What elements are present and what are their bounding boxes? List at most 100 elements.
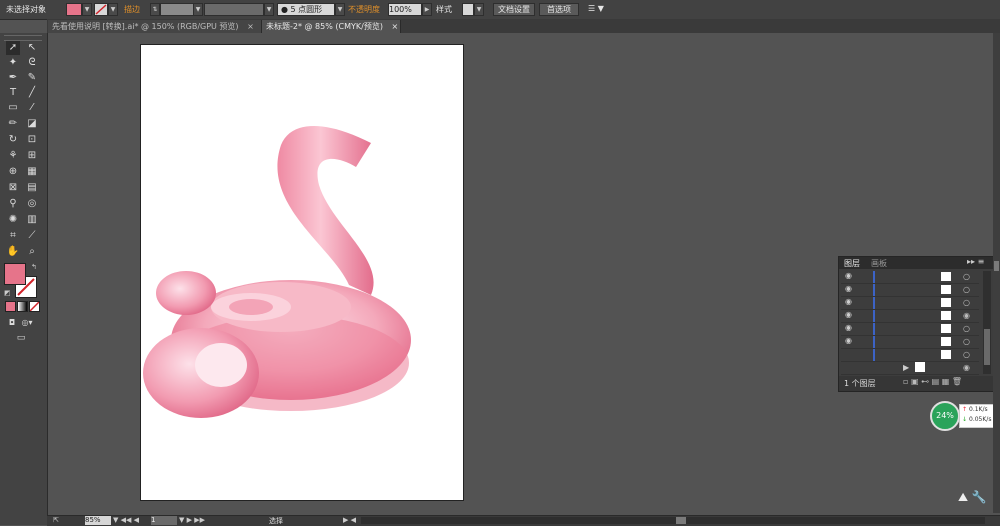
visibility-eye-icon[interactable]: ◉ bbox=[845, 336, 852, 345]
layers-scrollbar[interactable] bbox=[983, 271, 991, 374]
rotate-tool-icon[interactable]: ↻ bbox=[6, 133, 20, 147]
swap-colors-icon[interactable]: ↰ bbox=[31, 263, 39, 271]
visibility-eye-icon[interactable]: ◉ bbox=[845, 323, 852, 332]
target-icon[interactable]: ○ bbox=[963, 285, 970, 294]
stroke-weight-field[interactable] bbox=[160, 3, 194, 16]
tab-layers[interactable]: 图层 bbox=[844, 258, 860, 269]
target-icon[interactable]: ○ bbox=[963, 324, 970, 333]
profile-dropdown[interactable]: ▼ bbox=[264, 3, 274, 16]
layer-row[interactable]: ◉ ○ bbox=[841, 336, 979, 349]
draw-mode-icon[interactable]: ◎▾ bbox=[20, 316, 34, 330]
gradient-tool-icon[interactable]: ▤ bbox=[25, 181, 39, 195]
scroll-thumb[interactable] bbox=[984, 329, 990, 365]
layer-row[interactable]: ◉ ○ bbox=[841, 297, 979, 310]
mesh-tool-icon[interactable]: ⊠ bbox=[6, 181, 20, 195]
arrange-icon[interactable]: ☰ ▼ bbox=[588, 4, 604, 13]
zoom-dropdown-icon[interactable]: ▼ ◀◀ ◀ bbox=[113, 516, 139, 524]
pencil-tool-icon[interactable]: ✏ bbox=[6, 117, 20, 131]
pen-tool-icon[interactable]: ✒ bbox=[6, 71, 20, 85]
brush-dropdown[interactable]: ▼ bbox=[335, 3, 345, 16]
visibility-eye-icon[interactable]: ◉ bbox=[845, 271, 852, 280]
expand-arrow-icon[interactable]: ▶ bbox=[903, 363, 909, 372]
layer-row[interactable]: ◉ ○ bbox=[841, 323, 979, 336]
layer-row[interactable]: ◉ ◉ bbox=[841, 310, 979, 323]
perspective-grid-tool-icon[interactable]: ▦ bbox=[25, 165, 39, 179]
line-tool-icon[interactable]: ╱ bbox=[25, 86, 39, 100]
artboard[interactable] bbox=[140, 44, 464, 501]
gradient-mode-icon[interactable] bbox=[17, 301, 28, 312]
direct-selection-tool-icon[interactable]: ↖ bbox=[25, 41, 39, 55]
variable-width-profile[interactable] bbox=[204, 3, 264, 16]
hand-tool-icon[interactable]: ✋ bbox=[6, 245, 20, 259]
vertical-scrollbar[interactable] bbox=[993, 33, 1000, 513]
symbol-sprayer-tool-icon[interactable]: ✺ bbox=[6, 213, 20, 227]
close-icon[interactable]: × bbox=[392, 22, 399, 31]
paintbrush-tool-icon[interactable]: ⁄ bbox=[25, 101, 39, 115]
page-nav-icon[interactable]: ▼ ▶ ▶▶ bbox=[179, 516, 205, 524]
stroke-swatch[interactable] bbox=[94, 3, 108, 16]
stroke-dropdown[interactable]: ▼ bbox=[108, 3, 118, 16]
artboard-nav-icon[interactable]: ⇱ bbox=[53, 516, 59, 524]
color-mode-icon[interactable] bbox=[5, 301, 16, 312]
free-transform-tool-icon[interactable]: ⊞ bbox=[25, 149, 39, 163]
eraser-tool-icon[interactable]: ◪ bbox=[25, 117, 39, 131]
shape-builder-tool-icon[interactable]: ⊕ bbox=[6, 165, 20, 179]
tab-document-1[interactable]: 先看使用说明 [转换].ai* @ 150% (RGB/GPU 预览) × bbox=[48, 20, 262, 33]
rectangle-tool-icon[interactable]: ▭ bbox=[6, 101, 20, 115]
layer-actions-icon[interactable]: ▫ ▣ ⊷ ▤ ▦ 🗑 bbox=[903, 377, 962, 386]
fill-swatch[interactable] bbox=[66, 3, 82, 16]
layer-row[interactable]: ○ bbox=[841, 349, 979, 362]
slice-tool-icon[interactable]: ⟋ bbox=[25, 229, 39, 243]
target-icon[interactable]: ○ bbox=[963, 298, 970, 307]
none-mode-icon[interactable] bbox=[29, 301, 40, 312]
stroke-label[interactable]: 描边 bbox=[124, 4, 140, 15]
target-icon[interactable]: ◉ bbox=[963, 363, 970, 372]
close-icon[interactable]: × bbox=[247, 22, 254, 31]
stroke-weight-stepper[interactable]: ⇅ bbox=[150, 3, 160, 16]
style-swatch[interactable] bbox=[462, 3, 474, 16]
lasso-tool-icon[interactable]: ᘓ bbox=[25, 56, 39, 70]
curvature-tool-icon[interactable]: ✎ bbox=[25, 71, 39, 85]
opacity-field[interactable]: 100% bbox=[388, 3, 422, 16]
document-setup-button[interactable]: 文档设置 bbox=[493, 3, 535, 16]
style-dropdown[interactable]: ▼ bbox=[474, 3, 484, 16]
type-tool-icon[interactable]: T bbox=[6, 86, 20, 100]
artboard-number-field[interactable]: 1 bbox=[151, 516, 177, 525]
panel-menu-icon[interactable]: ▸▸ ≡ bbox=[967, 257, 984, 266]
default-colors-icon[interactable]: ◩ bbox=[4, 289, 12, 297]
target-icon[interactable]: ○ bbox=[963, 350, 970, 359]
opacity-label[interactable]: 不透明度 bbox=[348, 4, 380, 15]
tab-artboards[interactable]: 画板 bbox=[871, 258, 887, 269]
zoom-field[interactable]: 85% bbox=[85, 516, 111, 525]
target-icon[interactable]: ◉ bbox=[963, 311, 970, 320]
screen-mode-icon[interactable]: ▭ bbox=[14, 331, 28, 345]
layer-row[interactable]: ◉ ○ bbox=[841, 271, 979, 284]
visibility-eye-icon[interactable]: ◉ bbox=[845, 310, 852, 319]
preferences-button[interactable]: 首选项 bbox=[539, 3, 579, 16]
artboard-tool-icon[interactable]: ⌗ bbox=[6, 229, 20, 243]
target-icon[interactable]: ○ bbox=[963, 337, 970, 346]
layer-row[interactable]: ▶ ◉ bbox=[841, 362, 979, 375]
scroll-thumb[interactable] bbox=[676, 517, 686, 524]
scroll-thumb[interactable] bbox=[994, 261, 999, 271]
visibility-eye-icon[interactable]: ◉ bbox=[845, 297, 852, 306]
scale-tool-icon[interactable]: ⊡ bbox=[25, 133, 39, 147]
wrench-icon[interactable]: ⛰ 🔧 bbox=[958, 490, 992, 508]
opacity-arrow[interactable]: ▶ bbox=[422, 3, 432, 16]
fill-color-swatch[interactable] bbox=[4, 263, 26, 285]
stroke-weight-dropdown[interactable]: ▼ bbox=[193, 3, 203, 16]
blend-tool-icon[interactable]: ◎ bbox=[25, 197, 39, 211]
zoom-tool-icon[interactable]: ⌕ bbox=[25, 245, 39, 259]
target-icon[interactable]: ○ bbox=[963, 272, 970, 281]
selection-tool-icon[interactable]: ➚ bbox=[6, 41, 20, 55]
tab-document-2[interactable]: 未标题-2* @ 85% (CMYK/预览) × bbox=[262, 20, 401, 33]
fill-dropdown[interactable]: ▼ bbox=[82, 3, 92, 16]
visibility-eye-icon[interactable]: ◉ bbox=[845, 284, 852, 293]
horizontal-scrollbar[interactable] bbox=[361, 517, 985, 524]
brush-definition[interactable]: ● 5 点圆形 bbox=[277, 3, 335, 16]
eyedropper-tool-icon[interactable]: ⚲ bbox=[6, 197, 20, 211]
status-arrow-icon[interactable]: ▶ ◀ bbox=[343, 516, 356, 524]
warp-tool-icon[interactable]: ⚘ bbox=[6, 149, 20, 163]
column-graph-tool-icon[interactable]: ▥ bbox=[25, 213, 39, 227]
layer-row[interactable]: ◉ ○ bbox=[841, 284, 979, 297]
